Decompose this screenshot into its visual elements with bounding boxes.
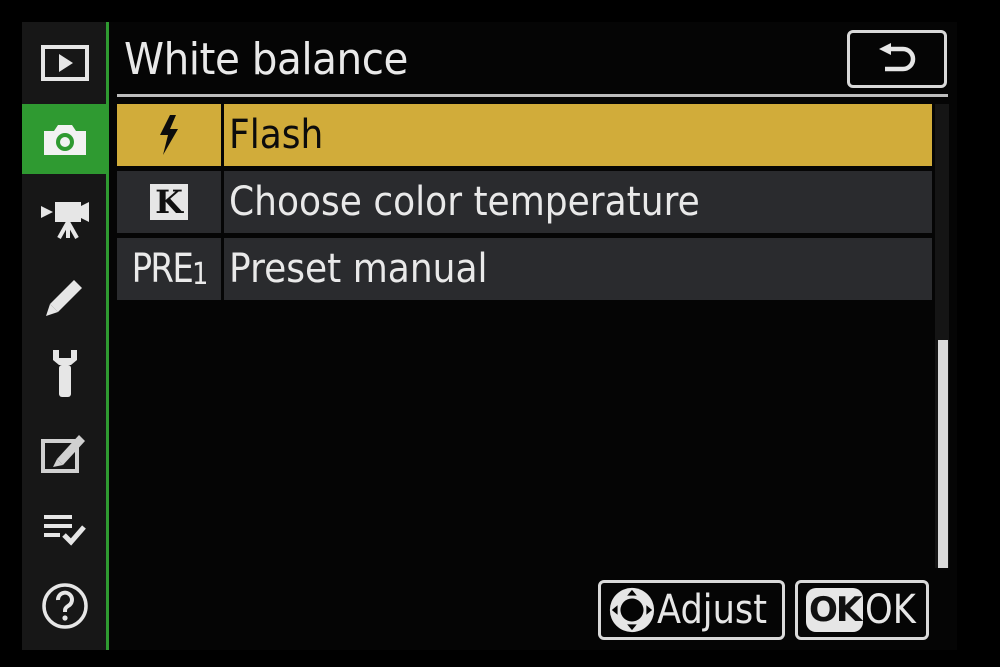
playback-icon	[41, 45, 89, 81]
sidebar-item-retouch[interactable]	[22, 417, 108, 487]
movie-camera-icon	[41, 202, 89, 239]
sidebar-item-photo-shooting[interactable]	[22, 104, 108, 174]
adjust-button[interactable]: Adjust	[598, 580, 785, 640]
sidebar-item-movie-shooting[interactable]	[22, 183, 108, 253]
multi-selector-icon	[609, 587, 655, 633]
row-separator	[221, 171, 224, 233]
ok-button-icon: OK	[806, 588, 864, 632]
return-arrow-icon	[879, 43, 916, 72]
row-separator	[221, 104, 224, 166]
kelvin-icon: K	[150, 183, 188, 221]
list-item-label: Preset manual	[229, 246, 488, 292]
page-title: White balance	[124, 34, 408, 85]
list-item-color-temperature[interactable]: K Choose color temperature	[117, 171, 932, 233]
ok-label: OK	[865, 587, 917, 633]
row-separator	[221, 238, 224, 300]
camera-icon	[44, 125, 86, 155]
sidebar-item-custom-settings[interactable]	[22, 262, 108, 332]
ok-button[interactable]: OK OK	[795, 580, 929, 640]
help-icon	[42, 583, 88, 629]
checklist-icon	[44, 515, 86, 546]
flash-icon	[117, 104, 221, 166]
sidebar-item-help[interactable]	[22, 571, 108, 641]
back-button[interactable]	[847, 30, 947, 88]
header-divider	[117, 94, 948, 97]
sidebar-item-setup[interactable]	[22, 339, 108, 409]
list-item-label: Flash	[229, 112, 324, 158]
adjust-label: Adjust	[656, 587, 767, 633]
wrench-icon	[53, 350, 77, 397]
sidebar-item-playback[interactable]	[22, 28, 108, 98]
pencil-icon	[46, 280, 82, 316]
retouch-icon	[41, 435, 85, 473]
scrollbar-thumb[interactable]	[938, 340, 948, 568]
list-item-label: Choose color temperature	[229, 179, 700, 225]
sidebar-item-my-menu[interactable]	[22, 494, 108, 564]
list-item-preset-manual[interactable]: PRE1 Preset manual	[117, 238, 932, 300]
preset-icon: PRE1	[131, 246, 208, 292]
list-item-flash[interactable]: Flash	[117, 104, 932, 166]
